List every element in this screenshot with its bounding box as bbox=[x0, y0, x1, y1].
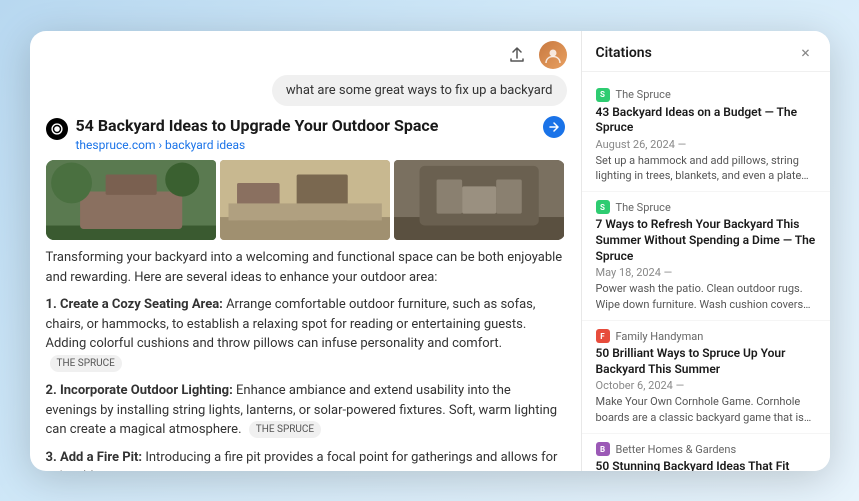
left-panel: what are some great ways to fix up a bac… bbox=[30, 31, 582, 471]
citation-item-3[interactable]: F Family Handyman 50 Brilliant Ways to S… bbox=[582, 321, 830, 434]
citations-panel: Citations × S The Spruce 43 Backyard Ide… bbox=[582, 31, 830, 471]
result-description: Transforming your backyard into a welcom… bbox=[46, 248, 565, 287]
list-item: 2. Incorporate Outdoor Lighting: Enhance… bbox=[46, 381, 565, 440]
citation-source-4: B Better Homes & Gardens bbox=[596, 442, 816, 456]
source-dot-4: B bbox=[596, 442, 610, 456]
avatar[interactable] bbox=[539, 41, 567, 69]
citation-item-4[interactable]: B Better Homes & Gardens 50 Stunning Bac… bbox=[582, 434, 830, 471]
top-bar bbox=[30, 31, 581, 75]
result-url[interactable]: thespruce.com › backyard ideas bbox=[76, 138, 535, 152]
citation-title-1: 43 Backyard Ideas on a Budget — The Spru… bbox=[596, 105, 816, 136]
list-item-2-source: THE SPRUCE bbox=[249, 421, 321, 438]
citation-source-3: F Family Handyman bbox=[596, 329, 816, 343]
content-area: 54 Backyard Ideas to Upgrade Your Outdoo… bbox=[30, 116, 581, 471]
citation-date-2: May 18, 2024 — bbox=[596, 266, 816, 279]
citation-date-3: October 6, 2024 — bbox=[596, 379, 816, 392]
source-name-2: The Spruce bbox=[616, 201, 671, 214]
list-item-2-bold: 2. Incorporate Outdoor Lighting: bbox=[46, 383, 233, 398]
citation-title-3: 50 Brilliant Ways to Spruce Up Your Back… bbox=[596, 346, 816, 377]
citation-title-4: 50 Stunning Backyard Ideas That Fit Ever… bbox=[596, 459, 816, 471]
user-query-bubble: what are some great ways to fix up a bac… bbox=[30, 75, 581, 116]
citation-title-2: 7 Ways to Refresh Your Backyard This Sum… bbox=[596, 217, 816, 264]
citation-item-2[interactable]: S The Spruce 7 Ways to Refresh Your Back… bbox=[582, 192, 830, 321]
citation-item-1[interactable]: S The Spruce 43 Backyard Ideas on a Budg… bbox=[582, 80, 830, 193]
result-list: 1. Create a Cozy Seating Area: Arrange c… bbox=[46, 295, 565, 470]
source-dot-1: S bbox=[596, 88, 610, 102]
citations-title: Citations bbox=[596, 45, 652, 61]
citation-source-2: S The Spruce bbox=[596, 200, 816, 214]
citation-source-1: S The Spruce bbox=[596, 88, 816, 102]
source-name-4: Better Homes & Gardens bbox=[616, 443, 737, 456]
citation-snippet-2: Power wash the patio. Clean outdoor rugs… bbox=[596, 281, 816, 312]
expand-result-btn[interactable] bbox=[543, 116, 565, 138]
gpt-icon bbox=[46, 118, 68, 140]
backyard-image-1 bbox=[46, 160, 216, 240]
list-item-1-bold: 1. Create a Cozy Seating Area: bbox=[46, 297, 223, 312]
result-images bbox=[46, 160, 565, 240]
query-text: what are some great ways to fix up a bac… bbox=[272, 75, 567, 106]
source-dot-3: F bbox=[596, 329, 610, 343]
citation-snippet-3: Make Your Own Cornhole Game. Cornhole bo… bbox=[596, 394, 816, 425]
backyard-image-2 bbox=[220, 160, 390, 240]
citation-date-1: August 26, 2024 — bbox=[596, 138, 816, 151]
close-citations-button[interactable]: × bbox=[796, 43, 816, 63]
result-header: 54 Backyard Ideas to Upgrade Your Outdoo… bbox=[46, 116, 565, 153]
citation-snippet-1: Set up a hammock and add pillows, string… bbox=[596, 153, 816, 184]
main-window: what are some great ways to fix up a bac… bbox=[30, 31, 830, 471]
source-dot-2: S bbox=[596, 200, 610, 214]
result-title-block: 54 Backyard Ideas to Upgrade Your Outdoo… bbox=[76, 116, 535, 153]
list-item-3-bold: 3. Add a Fire Pit: bbox=[46, 450, 143, 465]
share-icon[interactable] bbox=[503, 41, 531, 69]
source-name-3: Family Handyman bbox=[616, 330, 704, 343]
result-title: 54 Backyard Ideas to Upgrade Your Outdoo… bbox=[76, 116, 535, 137]
list-item-1-source: THE SPRUCE bbox=[50, 355, 122, 372]
list-item: 3. Add a Fire Pit: Introducing a fire pi… bbox=[46, 448, 565, 471]
backyard-image-3 bbox=[394, 160, 564, 240]
list-item: 1. Create a Cozy Seating Area: Arrange c… bbox=[46, 295, 565, 373]
citations-list: S The Spruce 43 Backyard Ideas on a Budg… bbox=[582, 72, 830, 471]
source-name-1: The Spruce bbox=[616, 88, 671, 101]
citations-header: Citations × bbox=[582, 31, 830, 72]
